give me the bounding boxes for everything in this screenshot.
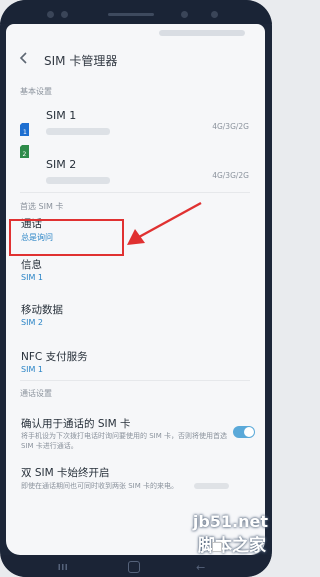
watermark-logo-icon xyxy=(212,542,222,552)
mobile-data-highlight-box xyxy=(9,219,124,256)
screen: SIM 卡管理器 基本设置 1 SIM 1 4G/3G/2G 2 SIM 2 4… xyxy=(6,24,265,555)
app-bar: SIM 卡管理器 xyxy=(6,44,265,74)
sensor-dot xyxy=(47,11,54,18)
sim-card-1-icon: 1 xyxy=(20,123,29,136)
top-bezel xyxy=(0,0,272,24)
pref-mobile-data-title: 移动数据 xyxy=(21,304,63,316)
divider xyxy=(20,380,250,381)
earpiece-speaker xyxy=(108,13,154,16)
watermark-site: jb51.net xyxy=(192,512,268,531)
pref-mobile-data-value: SIM 2 xyxy=(21,318,43,327)
iris-scanner xyxy=(211,11,218,18)
annotation-arrow-icon xyxy=(127,201,202,245)
sim-2-name: SIM 2 xyxy=(46,158,77,171)
status-bar xyxy=(6,24,265,40)
sensor-dot-right xyxy=(181,11,188,18)
pref-messages-value: SIM 1 xyxy=(21,273,43,282)
sim-2-number-blurred xyxy=(46,177,110,184)
confirm-sim-toggle[interactable] xyxy=(233,426,255,438)
svg-text:1: 1 xyxy=(23,129,27,136)
toggle-knob xyxy=(244,427,254,437)
section-basic-settings: 基本设置 xyxy=(20,87,52,96)
sim-1-network: 4G/3G/2G xyxy=(212,122,249,131)
divider xyxy=(20,192,250,193)
home-button-icon[interactable] xyxy=(128,561,140,573)
navigation-bar: ← xyxy=(0,555,272,577)
confirm-sim-title: 确认用于通话的 SIM 卡 xyxy=(21,418,131,430)
pref-messages-title: 信息 xyxy=(21,259,42,271)
watermark-name: 脚本之家 xyxy=(198,536,266,556)
sim-1-number-blurred xyxy=(46,128,110,135)
status-icons-blurred xyxy=(159,30,245,36)
page-title: SIM 卡管理器 xyxy=(44,54,118,68)
recent-apps-icon[interactable] xyxy=(58,563,68,571)
pref-nfc-value: SIM 1 xyxy=(21,365,43,374)
dual-sim-desc-blur xyxy=(194,483,229,489)
confirm-sim-desc: 将手机设为下次拨打电话时询问要使用的 SIM 卡，否则将使用首选 SIM 卡进行… xyxy=(21,432,227,450)
back-arrow-icon[interactable] xyxy=(16,50,34,68)
sim-2-network: 4G/3G/2G xyxy=(212,171,249,180)
phone-frame: SIM 卡管理器 基本设置 1 SIM 1 4G/3G/2G 2 SIM 2 4… xyxy=(0,0,272,577)
svg-text:2: 2 xyxy=(23,151,27,158)
section-preferred-sim: 首选 SIM 卡 xyxy=(20,202,64,211)
dual-sim-title[interactable]: 双 SIM 卡始终开启 xyxy=(21,465,110,480)
sim-1-name: SIM 1 xyxy=(46,109,77,122)
front-camera xyxy=(61,11,68,18)
pref-nfc-title: NFC 支付服务 xyxy=(21,351,88,363)
section-call-settings: 通话设置 xyxy=(20,389,52,398)
sim-card-2-icon: 2 xyxy=(20,145,29,158)
nav-back-icon[interactable]: ← xyxy=(196,561,205,574)
